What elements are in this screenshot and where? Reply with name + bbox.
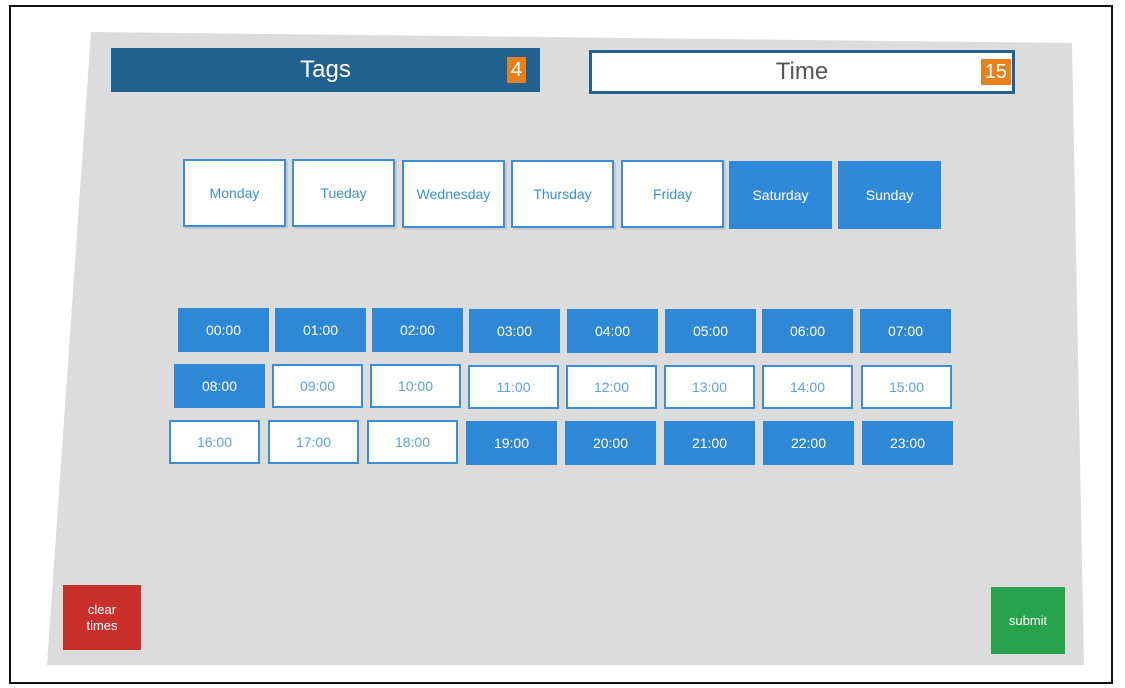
clear-times-line1: clear [87, 601, 117, 617]
screenshot-frame: Tags 4 Time 15 Monday Tueday Wednesday T… [9, 5, 1113, 684]
time-slot-14[interactable]: 14:00 [762, 365, 853, 409]
time-slot-label: 13:00 [691, 379, 728, 395]
time-slot-label: 17:00 [295, 434, 332, 450]
day-label: Monday [209, 185, 260, 201]
time-slot-label: 21:00 [691, 435, 728, 451]
time-slot-label: 01:00 [302, 322, 339, 338]
day-label: Saturday [752, 187, 809, 203]
time-slot-04[interactable]: 04:00 [567, 309, 658, 353]
day-label: Friday [653, 186, 692, 202]
time-slot-label: 15:00 [888, 379, 925, 395]
day-button-wednesday[interactable]: Wednesday [402, 160, 505, 228]
tab-time-label: Time [775, 58, 829, 85]
time-slot-label: 12:00 [593, 379, 630, 395]
time-slot-19[interactable]: 19:00 [466, 421, 557, 465]
tags-count-badge: 4 [506, 57, 526, 83]
time-slot-label: 00:00 [205, 322, 242, 338]
time-slot-21[interactable]: 21:00 [664, 421, 755, 465]
time-count-badge: 15 [980, 59, 1011, 85]
time-slot-23[interactable]: 23:00 [862, 421, 953, 465]
time-slot-20[interactable]: 20:00 [565, 421, 656, 465]
time-slot-02[interactable]: 02:00 [372, 308, 463, 352]
day-button-thursday[interactable]: Thursday [511, 160, 614, 228]
day-button-friday[interactable]: Friday [621, 160, 724, 228]
time-slot-label: 04:00 [594, 323, 631, 339]
time-slot-label: 23:00 [889, 435, 926, 451]
submit-button[interactable]: submit [991, 587, 1065, 654]
tab-time[interactable]: Time 15 [589, 50, 1015, 94]
time-slot-12[interactable]: 12:00 [566, 365, 657, 409]
day-button-tuesday[interactable]: Tueday [292, 159, 395, 227]
time-slot-07[interactable]: 07:00 [860, 309, 951, 353]
time-slot-label: 07:00 [887, 323, 924, 339]
time-slot-11[interactable]: 11:00 [468, 365, 559, 409]
time-slot-00[interactable]: 00:00 [178, 308, 269, 352]
clear-times-label: clear times [86, 602, 117, 634]
time-slot-label: 18:00 [394, 434, 431, 450]
time-slot-label: 22:00 [790, 435, 827, 451]
time-slot-18[interactable]: 18:00 [367, 420, 458, 464]
time-slot-15[interactable]: 15:00 [861, 365, 952, 409]
day-label: Thursday [533, 186, 592, 202]
time-slot-09[interactable]: 09:00 [272, 364, 363, 408]
time-slot-17[interactable]: 17:00 [268, 420, 359, 464]
tab-tags-label: Tags [300, 56, 351, 83]
time-slot-label: 02:00 [399, 322, 436, 338]
tab-tags[interactable]: Tags 4 [111, 48, 540, 92]
submit-label: submit [1008, 613, 1048, 628]
day-label: Sunday [865, 187, 914, 203]
day-label: Wednesday [416, 186, 491, 202]
time-slot-label: 03:00 [496, 323, 533, 339]
time-slot-label: 19:00 [493, 435, 530, 451]
time-slot-label: 14:00 [789, 379, 826, 395]
time-slot-06[interactable]: 06:00 [762, 309, 853, 353]
time-slot-label: 20:00 [592, 435, 629, 451]
time-slot-08[interactable]: 08:00 [174, 364, 265, 408]
day-label: Tueday [320, 185, 367, 201]
time-slot-22[interactable]: 22:00 [763, 421, 854, 465]
time-slot-10[interactable]: 10:00 [370, 364, 461, 408]
time-slot-03[interactable]: 03:00 [469, 309, 560, 353]
time-slot-label: 16:00 [196, 434, 233, 450]
clear-times-button[interactable]: clear times [63, 585, 141, 650]
day-button-saturday[interactable]: Saturday [729, 161, 832, 229]
day-button-sunday[interactable]: Sunday [838, 161, 941, 229]
day-button-monday[interactable]: Monday [183, 159, 286, 227]
time-slot-01[interactable]: 01:00 [275, 308, 366, 352]
clear-times-line2: times [86, 617, 118, 633]
time-slot-label: 10:00 [397, 378, 434, 394]
time-slot-label: 05:00 [692, 323, 729, 339]
time-slot-label: 08:00 [201, 378, 238, 394]
time-slot-label: 06:00 [789, 323, 826, 339]
time-slot-label: 11:00 [496, 379, 531, 395]
time-slot-label: 09:00 [299, 378, 336, 394]
time-slot-13[interactable]: 13:00 [664, 365, 755, 409]
time-slot-16[interactable]: 16:00 [169, 420, 260, 464]
time-slot-05[interactable]: 05:00 [665, 309, 756, 353]
